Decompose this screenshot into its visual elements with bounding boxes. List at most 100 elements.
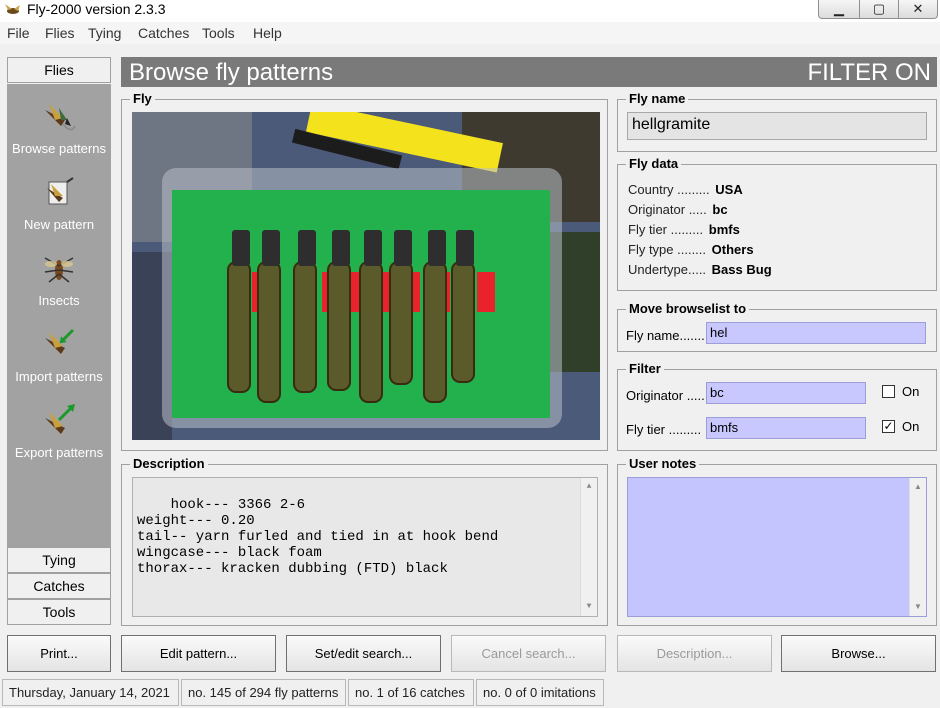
description-textarea[interactable]: hook--- 3366 2-6 weight--- 0.20 tail-- y… bbox=[132, 477, 598, 617]
minimize-icon: ▁ bbox=[834, 1, 844, 16]
title-bar: Fly-2000 version 2.3.3 ▁ ▢ ✕ bbox=[0, 0, 940, 22]
description-group-title: Description bbox=[130, 456, 208, 471]
fly-data-row-originator: Originator ..... bc bbox=[628, 202, 728, 217]
insect-icon bbox=[44, 257, 74, 283]
filter-originator-on-label: On bbox=[902, 384, 920, 399]
nav-item-browse-patterns[interactable]: Browse patterns bbox=[7, 92, 111, 164]
import-icon bbox=[45, 328, 75, 354]
browse-button-label: Browse... bbox=[831, 646, 886, 661]
menu-flies[interactable]: Flies bbox=[45, 25, 75, 41]
filter-tier-input[interactable]: bmfs bbox=[706, 417, 866, 439]
browse-button[interactable]: Browse... bbox=[781, 635, 936, 672]
menu-file[interactable]: File bbox=[7, 25, 30, 41]
filter-tier-checkbox[interactable]: ✓ bbox=[882, 420, 895, 433]
fly-name-field[interactable]: hellgramite bbox=[627, 112, 927, 140]
fly-data-row-undertype: Undertype..... Bass Bug bbox=[628, 262, 772, 277]
type-label: Fly type ........ bbox=[628, 242, 707, 257]
menu-catches[interactable]: Catches bbox=[138, 25, 189, 41]
nav-label-import-patterns: Import patterns bbox=[15, 369, 103, 384]
scroll-down-icon[interactable]: ▼ bbox=[581, 600, 597, 614]
tier-label: Fly tier ......... bbox=[628, 222, 704, 237]
status-catches: no. 1 of 16 catches bbox=[348, 679, 474, 706]
filter-tier-on-label: On bbox=[902, 419, 920, 434]
description-button[interactable]: Description... bbox=[617, 635, 772, 672]
tier-value: bmfs bbox=[708, 222, 740, 237]
nav-label-new-pattern: New pattern bbox=[23, 217, 95, 232]
cancel-search-button-label: Cancel search... bbox=[481, 646, 576, 661]
window-title: Fly-2000 version 2.3.3 bbox=[27, 1, 166, 17]
description-text: hook--- 3366 2-6 weight--- 0.20 tail-- y… bbox=[137, 497, 499, 577]
type-value: Others bbox=[711, 242, 754, 257]
minimize-button[interactable]: ▁ bbox=[818, 0, 860, 19]
menu-bar: File Flies Tying Catches Tools Help bbox=[0, 22, 940, 44]
print-button[interactable]: Print... bbox=[7, 635, 111, 672]
filter-tier-label: Fly tier ......... bbox=[626, 422, 702, 437]
fly-data-row-type: Fly type ........ Others bbox=[628, 242, 754, 257]
description-scrollbar[interactable]: ▲ ▼ bbox=[580, 478, 597, 616]
print-button-label: Print... bbox=[40, 646, 78, 661]
user-notes-group: User notes ▲ ▼ bbox=[617, 456, 937, 626]
user-notes-group-title: User notes bbox=[626, 456, 700, 471]
page-header: Browse fly patterns FILTER ON bbox=[121, 57, 937, 87]
filter-originator-input[interactable]: bc bbox=[706, 382, 866, 404]
browselist-input[interactable]: hel bbox=[706, 322, 926, 344]
originator-label: Originator ..... bbox=[628, 202, 707, 217]
nav-item-export-patterns[interactable]: Export patterns bbox=[7, 396, 111, 468]
nav-catches-button[interactable]: Catches bbox=[7, 573, 111, 599]
nav-label-browse-patterns: Browse patterns bbox=[12, 141, 106, 156]
browselist-group-title: Move browselist to bbox=[626, 301, 750, 316]
fly-group-title: Fly bbox=[130, 91, 155, 106]
edit-pattern-button-label: Edit pattern... bbox=[159, 646, 238, 661]
nav-item-insects[interactable]: Insects bbox=[7, 244, 111, 316]
nav-tools-button[interactable]: Tools bbox=[7, 599, 111, 625]
status-date: Thursday, January 14, 2021 bbox=[2, 679, 179, 706]
user-notes-textarea[interactable]: ▲ ▼ bbox=[627, 477, 927, 617]
undertype-value: Bass Bug bbox=[711, 262, 772, 277]
edit-pattern-button[interactable]: Edit pattern... bbox=[121, 635, 276, 672]
menu-tying[interactable]: Tying bbox=[88, 25, 121, 41]
fly-data-group: Fly data Country ......... USA Originato… bbox=[617, 156, 937, 291]
description-group: Description hook--- 3366 2-6 weight--- 0… bbox=[121, 456, 608, 626]
nav-label-insects: Insects bbox=[38, 293, 80, 308]
cancel-search-button[interactable]: Cancel search... bbox=[451, 635, 606, 672]
notes-scroll-down-icon[interactable]: ▼ bbox=[910, 600, 926, 614]
fly-name-group-title: Fly name bbox=[626, 91, 689, 106]
maximize-icon: ▢ bbox=[872, 1, 886, 16]
user-notes-scrollbar[interactable]: ▲ ▼ bbox=[909, 478, 926, 616]
filter-group: Filter Originator ..... bc On Fly tier .… bbox=[617, 361, 937, 451]
filter-originator-checkbox[interactable] bbox=[882, 385, 895, 398]
nav-item-new-pattern[interactable]: New pattern bbox=[7, 168, 111, 240]
nav-panel: Browse patterns New pattern Insects Impo… bbox=[7, 84, 111, 547]
country-label: Country ......... bbox=[628, 182, 710, 197]
set-edit-search-button[interactable]: Set/edit search... bbox=[286, 635, 441, 672]
description-button-label: Description... bbox=[656, 646, 733, 661]
notes-scroll-up-icon[interactable]: ▲ bbox=[910, 480, 926, 494]
filter-originator-label: Originator ..... bbox=[626, 388, 705, 403]
app-fly-icon bbox=[5, 4, 20, 14]
menu-tools[interactable]: Tools bbox=[202, 25, 235, 41]
nav-item-import-patterns[interactable]: Import patterns bbox=[7, 320, 111, 392]
checkmark-icon: ✓ bbox=[883, 419, 894, 433]
browselist-label: Fly name....... bbox=[626, 328, 705, 343]
close-button[interactable]: ✕ bbox=[898, 0, 938, 19]
fly-data-row-country: Country ......... USA bbox=[628, 182, 743, 197]
undertype-label: Undertype..... bbox=[628, 262, 707, 277]
nav-flies-button[interactable]: Flies bbox=[7, 57, 111, 83]
country-value: USA bbox=[715, 182, 743, 197]
export-icon bbox=[45, 404, 75, 434]
filter-group-title: Filter bbox=[626, 361, 664, 376]
browselist-group: Move browselist to Fly name....... hel bbox=[617, 301, 937, 352]
menu-help[interactable]: Help bbox=[253, 25, 282, 41]
maximize-button[interactable]: ▢ bbox=[859, 0, 899, 19]
originator-value: bc bbox=[712, 202, 728, 217]
nav-catches-label: Catches bbox=[33, 578, 85, 594]
fly-group: Fly bbox=[121, 91, 608, 451]
fly-name-group: Fly name hellgramite bbox=[617, 91, 937, 152]
set-edit-search-button-label: Set/edit search... bbox=[314, 646, 413, 661]
nav-tying-button[interactable]: Tying bbox=[7, 547, 111, 573]
status-imitations: no. 0 of 0 imitations bbox=[476, 679, 604, 706]
scroll-up-icon[interactable]: ▲ bbox=[581, 480, 597, 494]
new-pattern-icon bbox=[47, 177, 74, 205]
status-bar: Thursday, January 14, 2021 no. 145 of 29… bbox=[0, 677, 940, 708]
filter-status: FILTER ON bbox=[807, 59, 931, 86]
